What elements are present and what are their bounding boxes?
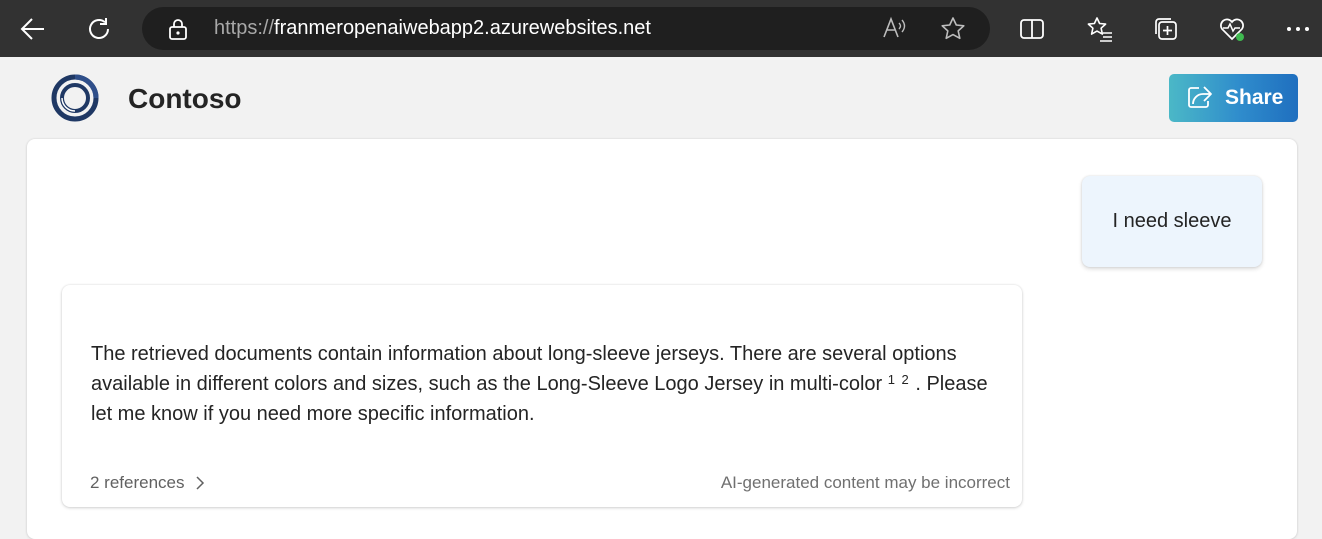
share-button[interactable]: Share xyxy=(1169,74,1298,122)
back-arrow-icon[interactable] xyxy=(15,11,51,47)
answer-text-part1: The retrieved documents contain informat… xyxy=(91,343,957,395)
references-toggle[interactable]: 2 references xyxy=(90,473,205,493)
brand-title: Contoso xyxy=(128,83,242,114)
citation-2[interactable]: 2 xyxy=(902,372,909,387)
favorite-star-icon[interactable] xyxy=(940,16,966,47)
refresh-icon[interactable] xyxy=(81,11,117,47)
url-text[interactable]: https://franmeropenaiwebapp2.azurewebsit… xyxy=(214,17,651,40)
user-message-text: I need sleeve xyxy=(1112,210,1232,232)
answer-text: The retrieved documents contain informat… xyxy=(91,339,1001,429)
browser-essentials-icon[interactable] xyxy=(1214,11,1250,47)
share-label: Share xyxy=(1225,86,1284,109)
citation-1[interactable]: 1 xyxy=(888,372,895,387)
user-message: I need sleeve xyxy=(1082,176,1262,267)
url-protocol: https:// xyxy=(214,17,275,39)
share-icon xyxy=(1187,85,1213,112)
collections-icon[interactable] xyxy=(1148,11,1184,47)
split-screen-icon[interactable] xyxy=(1014,11,1050,47)
address-bar[interactable]: https://franmeropenaiwebapp2.azurewebsit… xyxy=(142,7,990,50)
browser-toolbar: https://franmeropenaiwebapp2.azurewebsit… xyxy=(0,0,1322,57)
assistant-answer-card: The retrieved documents contain informat… xyxy=(62,285,1022,507)
ai-disclaimer: AI-generated content may be incorrect xyxy=(720,473,1010,492)
url-host: franmeropenaiwebapp2.azurewebsites.net xyxy=(274,17,651,39)
favorites-list-icon[interactable] xyxy=(1082,11,1118,47)
more-options-icon[interactable] xyxy=(1280,11,1316,47)
chevron-right-icon xyxy=(195,476,204,490)
contoso-logo-icon xyxy=(50,73,100,128)
read-aloud-icon[interactable] xyxy=(882,16,908,45)
references-label: 2 references xyxy=(90,473,185,492)
chat-panel: I need sleeve The retrieved documents co… xyxy=(27,139,1297,539)
lock-icon[interactable] xyxy=(168,18,188,45)
